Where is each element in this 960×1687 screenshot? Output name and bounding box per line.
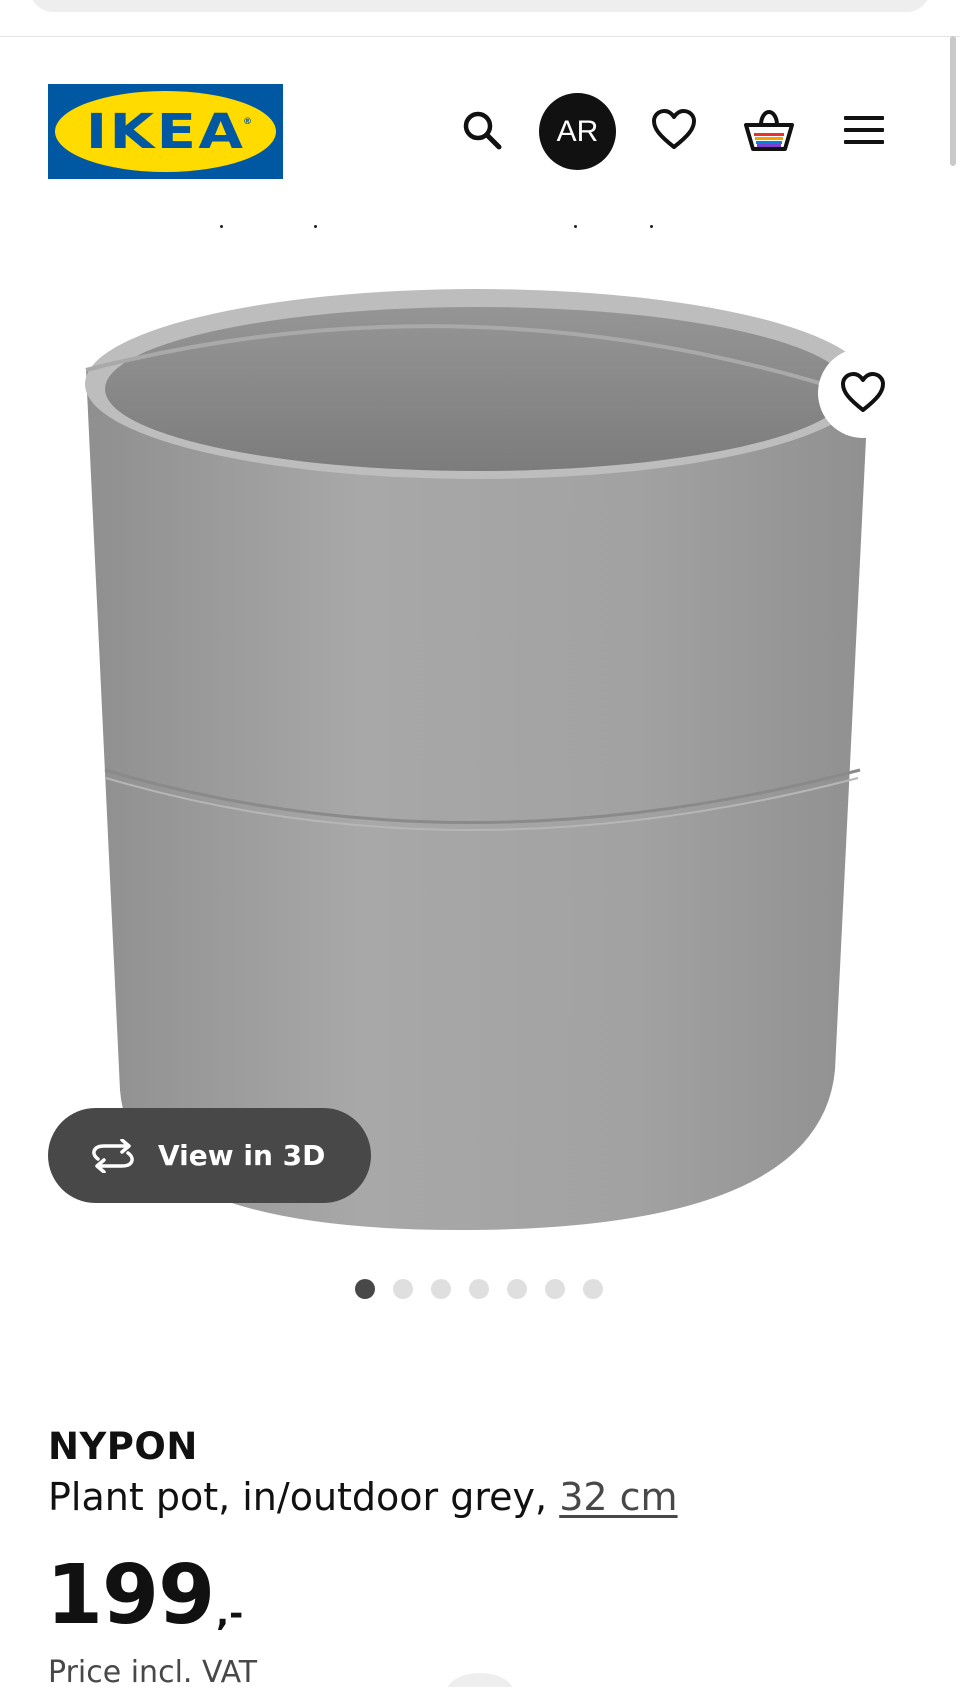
carousel-dot[interactable] — [431, 1279, 451, 1299]
cart-button[interactable] — [741, 104, 797, 156]
hamburger-menu-icon — [844, 116, 884, 144]
logo-oval: IKEA ® — [55, 91, 276, 172]
bottom-floating-control[interactable] — [446, 1673, 514, 1687]
heart-icon — [652, 109, 696, 149]
ar-button[interactable]: AR — [539, 93, 616, 170]
logo-text: IKEA — [85, 103, 246, 160]
scrollbar[interactable] — [950, 36, 956, 166]
carousel-dot[interactable] — [583, 1279, 603, 1299]
rotate-3d-icon — [92, 1138, 134, 1173]
price: 199 ,- — [46, 1555, 243, 1637]
product-name: NYPON — [48, 1425, 198, 1468]
size-link[interactable]: 32 cm — [559, 1475, 677, 1519]
view-in-3d-button[interactable]: View in 3D — [48, 1108, 371, 1203]
image-carousel-dots[interactable] — [355, 1279, 603, 1299]
carousel-dot[interactable] — [545, 1279, 565, 1299]
ar-label: AR — [556, 114, 599, 148]
carousel-dot[interactable] — [469, 1279, 489, 1299]
cropped-breadcrumb — [0, 225, 960, 229]
product-description-text: Plant pot, in/outdoor grey, — [48, 1475, 548, 1519]
browser-url-bar[interactable] — [30, 0, 930, 12]
menu-button[interactable] — [838, 104, 890, 156]
carousel-dot[interactable] — [355, 1279, 375, 1299]
registered-mark: ® — [243, 117, 252, 127]
price-suffix: ,- — [216, 1594, 244, 1634]
ikea-logo[interactable]: IKEA ® — [48, 84, 283, 179]
price-note: Price incl. VAT — [48, 1655, 258, 1687]
product-page: IKEA ® AR View in 3D NYPON Plant pot, in… — [0, 0, 960, 1687]
price-integer: 199 — [46, 1548, 215, 1643]
shopping-basket-icon — [744, 109, 794, 151]
search-icon — [463, 111, 502, 150]
divider — [0, 36, 960, 37]
product-description: Plant pot, in/outdoor grey, 32 cm — [48, 1475, 678, 1519]
carousel-dot[interactable] — [393, 1279, 413, 1299]
carousel-dot[interactable] — [507, 1279, 527, 1299]
image-favourite-button[interactable] — [818, 348, 908, 438]
favourites-button[interactable] — [648, 104, 700, 156]
view-in-3d-label: View in 3D — [158, 1139, 326, 1172]
search-button[interactable] — [456, 104, 508, 156]
heart-icon — [841, 372, 885, 412]
